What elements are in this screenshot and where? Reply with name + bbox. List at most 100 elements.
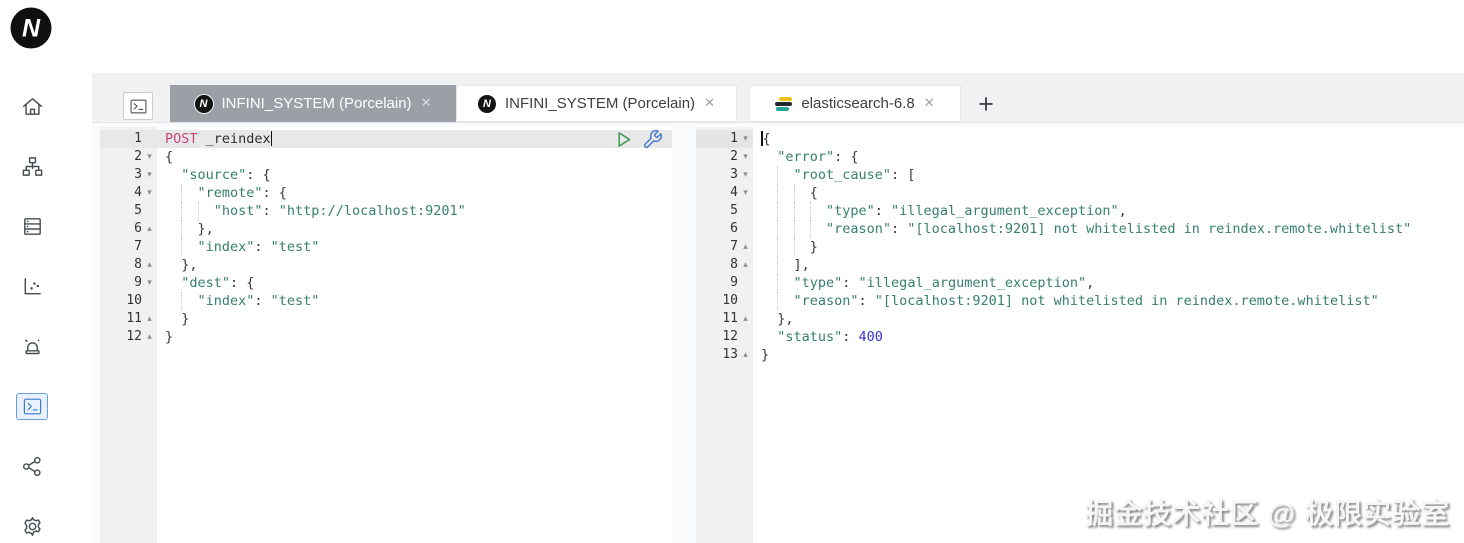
code-line[interactable]: "reason": "[localhost:9201] not whitelis… <box>753 220 1464 238</box>
fold-open-icon[interactable]: ▾ <box>142 166 157 184</box>
indent-guide <box>777 202 793 220</box>
fold-open-icon[interactable]: ▾ <box>738 166 753 184</box>
tab-infini-system-2[interactable]: N INFINI_SYSTEM (Porcelain) ✕ <box>456 85 737 122</box>
code-line[interactable]: "remote": { <box>157 184 672 202</box>
code-line[interactable]: { <box>753 184 1464 202</box>
code-token: { <box>165 149 174 165</box>
code-line[interactable]: "type": "illegal_argument_exception", <box>753 274 1464 292</box>
fold-close-icon[interactable]: ▴ <box>142 220 157 238</box>
code-line[interactable]: } <box>157 328 672 346</box>
code-line[interactable]: } <box>753 346 1464 364</box>
code-row: 9 "type": "illegal_argument_exception", <box>696 274 1464 292</box>
fold-open-icon[interactable]: ▾ <box>142 184 157 202</box>
code-row: 2 ▾ { <box>100 148 672 166</box>
code-line[interactable]: "index": "test" <box>157 238 672 256</box>
close-icon[interactable]: ✕ <box>704 96 715 111</box>
line-number: 5 <box>134 203 142 218</box>
gutter-cell: 6 <box>696 220 753 238</box>
code-line[interactable]: { <box>157 148 672 166</box>
new-tab-button[interactable]: + <box>970 88 1002 120</box>
gutter-cell: 5 <box>696 202 753 220</box>
line-number: 8 <box>134 257 142 272</box>
share-icon <box>22 456 41 476</box>
line-number: 3 <box>730 167 738 182</box>
code-token: "dest" <box>181 275 231 291</box>
fold-close-icon[interactable]: ▴ <box>738 346 753 364</box>
response-editor[interactable]: 1 ▾{2 ▾ "error": {3 ▾ "root_cause": [4 ▾{5 "typ… <box>696 127 1464 543</box>
infini-tab-icon: N <box>194 94 213 113</box>
fold-close-icon[interactable]: ▴ <box>142 328 157 346</box>
fold-close-icon[interactable]: ▴ <box>738 238 753 256</box>
fold-open-icon[interactable]: ▾ <box>142 274 157 292</box>
code-row: 2 ▾ "error": { <box>696 148 1464 166</box>
close-icon[interactable]: ✕ <box>924 96 935 111</box>
sidebar-item-monitoring[interactable] <box>0 256 64 316</box>
console-editors: 1 POST _reindex 2 ▾{3 ▾ "source": {4 ▾ "remote"… <box>100 127 1464 543</box>
code-token: : <box>842 329 859 345</box>
gutter-cell: 11 ▴ <box>100 310 157 328</box>
fold-close-icon[interactable]: ▴ <box>738 256 753 274</box>
code-line[interactable]: } <box>753 238 1464 256</box>
home-icon <box>22 97 42 115</box>
code-token: : <box>254 293 271 309</box>
watermark-text: 掘金技术社区 @ 极限实验室 <box>1085 498 1450 529</box>
code-line[interactable]: "reason": "[localhost:9201] not whitelis… <box>753 292 1464 310</box>
tab-elasticsearch-68[interactable]: elasticsearch-6.8 ✕ <box>749 85 961 122</box>
code-token: "test" <box>270 239 320 255</box>
code-row: 6 "reason": "[localhost:9201] not whiteli… <box>696 220 1464 238</box>
run-request-button[interactable] <box>613 129 634 150</box>
code-line[interactable]: POST _reindex <box>157 130 672 148</box>
tools-wrench-button[interactable] <box>642 129 663 150</box>
code-line[interactable]: "index": "test" <box>157 292 672 310</box>
code-line[interactable]: ], <box>753 256 1464 274</box>
code-line[interactable]: }, <box>157 220 672 238</box>
code-token: }, <box>181 257 198 273</box>
tab-infini-system-1[interactable]: N INFINI_SYSTEM (Porcelain) ✕ <box>170 85 456 122</box>
fold-close-icon[interactable]: ▴ <box>142 310 157 328</box>
sidebar-item-settings[interactable] <box>0 496 64 543</box>
indent-guide <box>181 184 197 202</box>
fold-open-icon[interactable]: ▾ <box>142 148 157 166</box>
fold-open-icon[interactable]: ▾ <box>738 148 753 166</box>
code-line[interactable]: "source": { <box>157 166 672 184</box>
terminal-icon-button[interactable] <box>123 92 153 120</box>
code-token: : <box>262 203 279 219</box>
sidebar-item-dev-tools[interactable] <box>0 376 64 436</box>
code-line[interactable]: "error": { <box>753 148 1464 166</box>
line-number: 10 <box>722 293 738 308</box>
sidebar-item-data[interactable] <box>0 196 64 256</box>
code-line[interactable]: "root_cause": [ <box>753 166 1464 184</box>
line-number: 6 <box>730 221 738 236</box>
code-line[interactable]: }, <box>753 310 1464 328</box>
code-line[interactable]: "host": "http://localhost:9201" <box>157 202 672 220</box>
code-line[interactable]: }, <box>157 256 672 274</box>
sidebar-item-alerting[interactable] <box>0 316 64 376</box>
code-row: 11 ▴}, <box>696 310 1464 328</box>
code-line[interactable]: } <box>157 310 672 328</box>
code-line[interactable]: "dest": { <box>157 274 672 292</box>
code-token: : <box>254 239 271 255</box>
fold-open-icon[interactable]: ▾ <box>738 130 753 148</box>
app-window: N N INFINI_SYSTEM (Porcelain) ✕ N INFINI… <box>0 0 1464 543</box>
code-line[interactable]: "type": "illegal_argument_exception", <box>753 202 1464 220</box>
code-line[interactable]: { <box>753 130 1464 148</box>
fold-close-icon[interactable]: ▴ <box>738 310 753 328</box>
request-editor[interactable]: 1 POST _reindex 2 ▾{3 ▾ "source": {4 ▾ "remote"… <box>100 127 672 543</box>
sidebar-item-home[interactable] <box>0 76 64 136</box>
code-token: "source" <box>181 167 247 183</box>
sidebar-item-share[interactable] <box>0 436 64 496</box>
code-row: 12 "status": 400 <box>696 328 1464 346</box>
fold-close-icon[interactable]: ▴ <box>142 256 157 274</box>
sidebar-item-topology[interactable] <box>0 136 64 196</box>
close-icon[interactable]: ✕ <box>421 96 432 111</box>
gutter-cell: 4 ▾ <box>696 184 753 202</box>
fold-open-icon[interactable]: ▾ <box>738 184 753 202</box>
code-token: : <box>891 221 908 237</box>
code-line[interactable]: "status": 400 <box>753 328 1464 346</box>
